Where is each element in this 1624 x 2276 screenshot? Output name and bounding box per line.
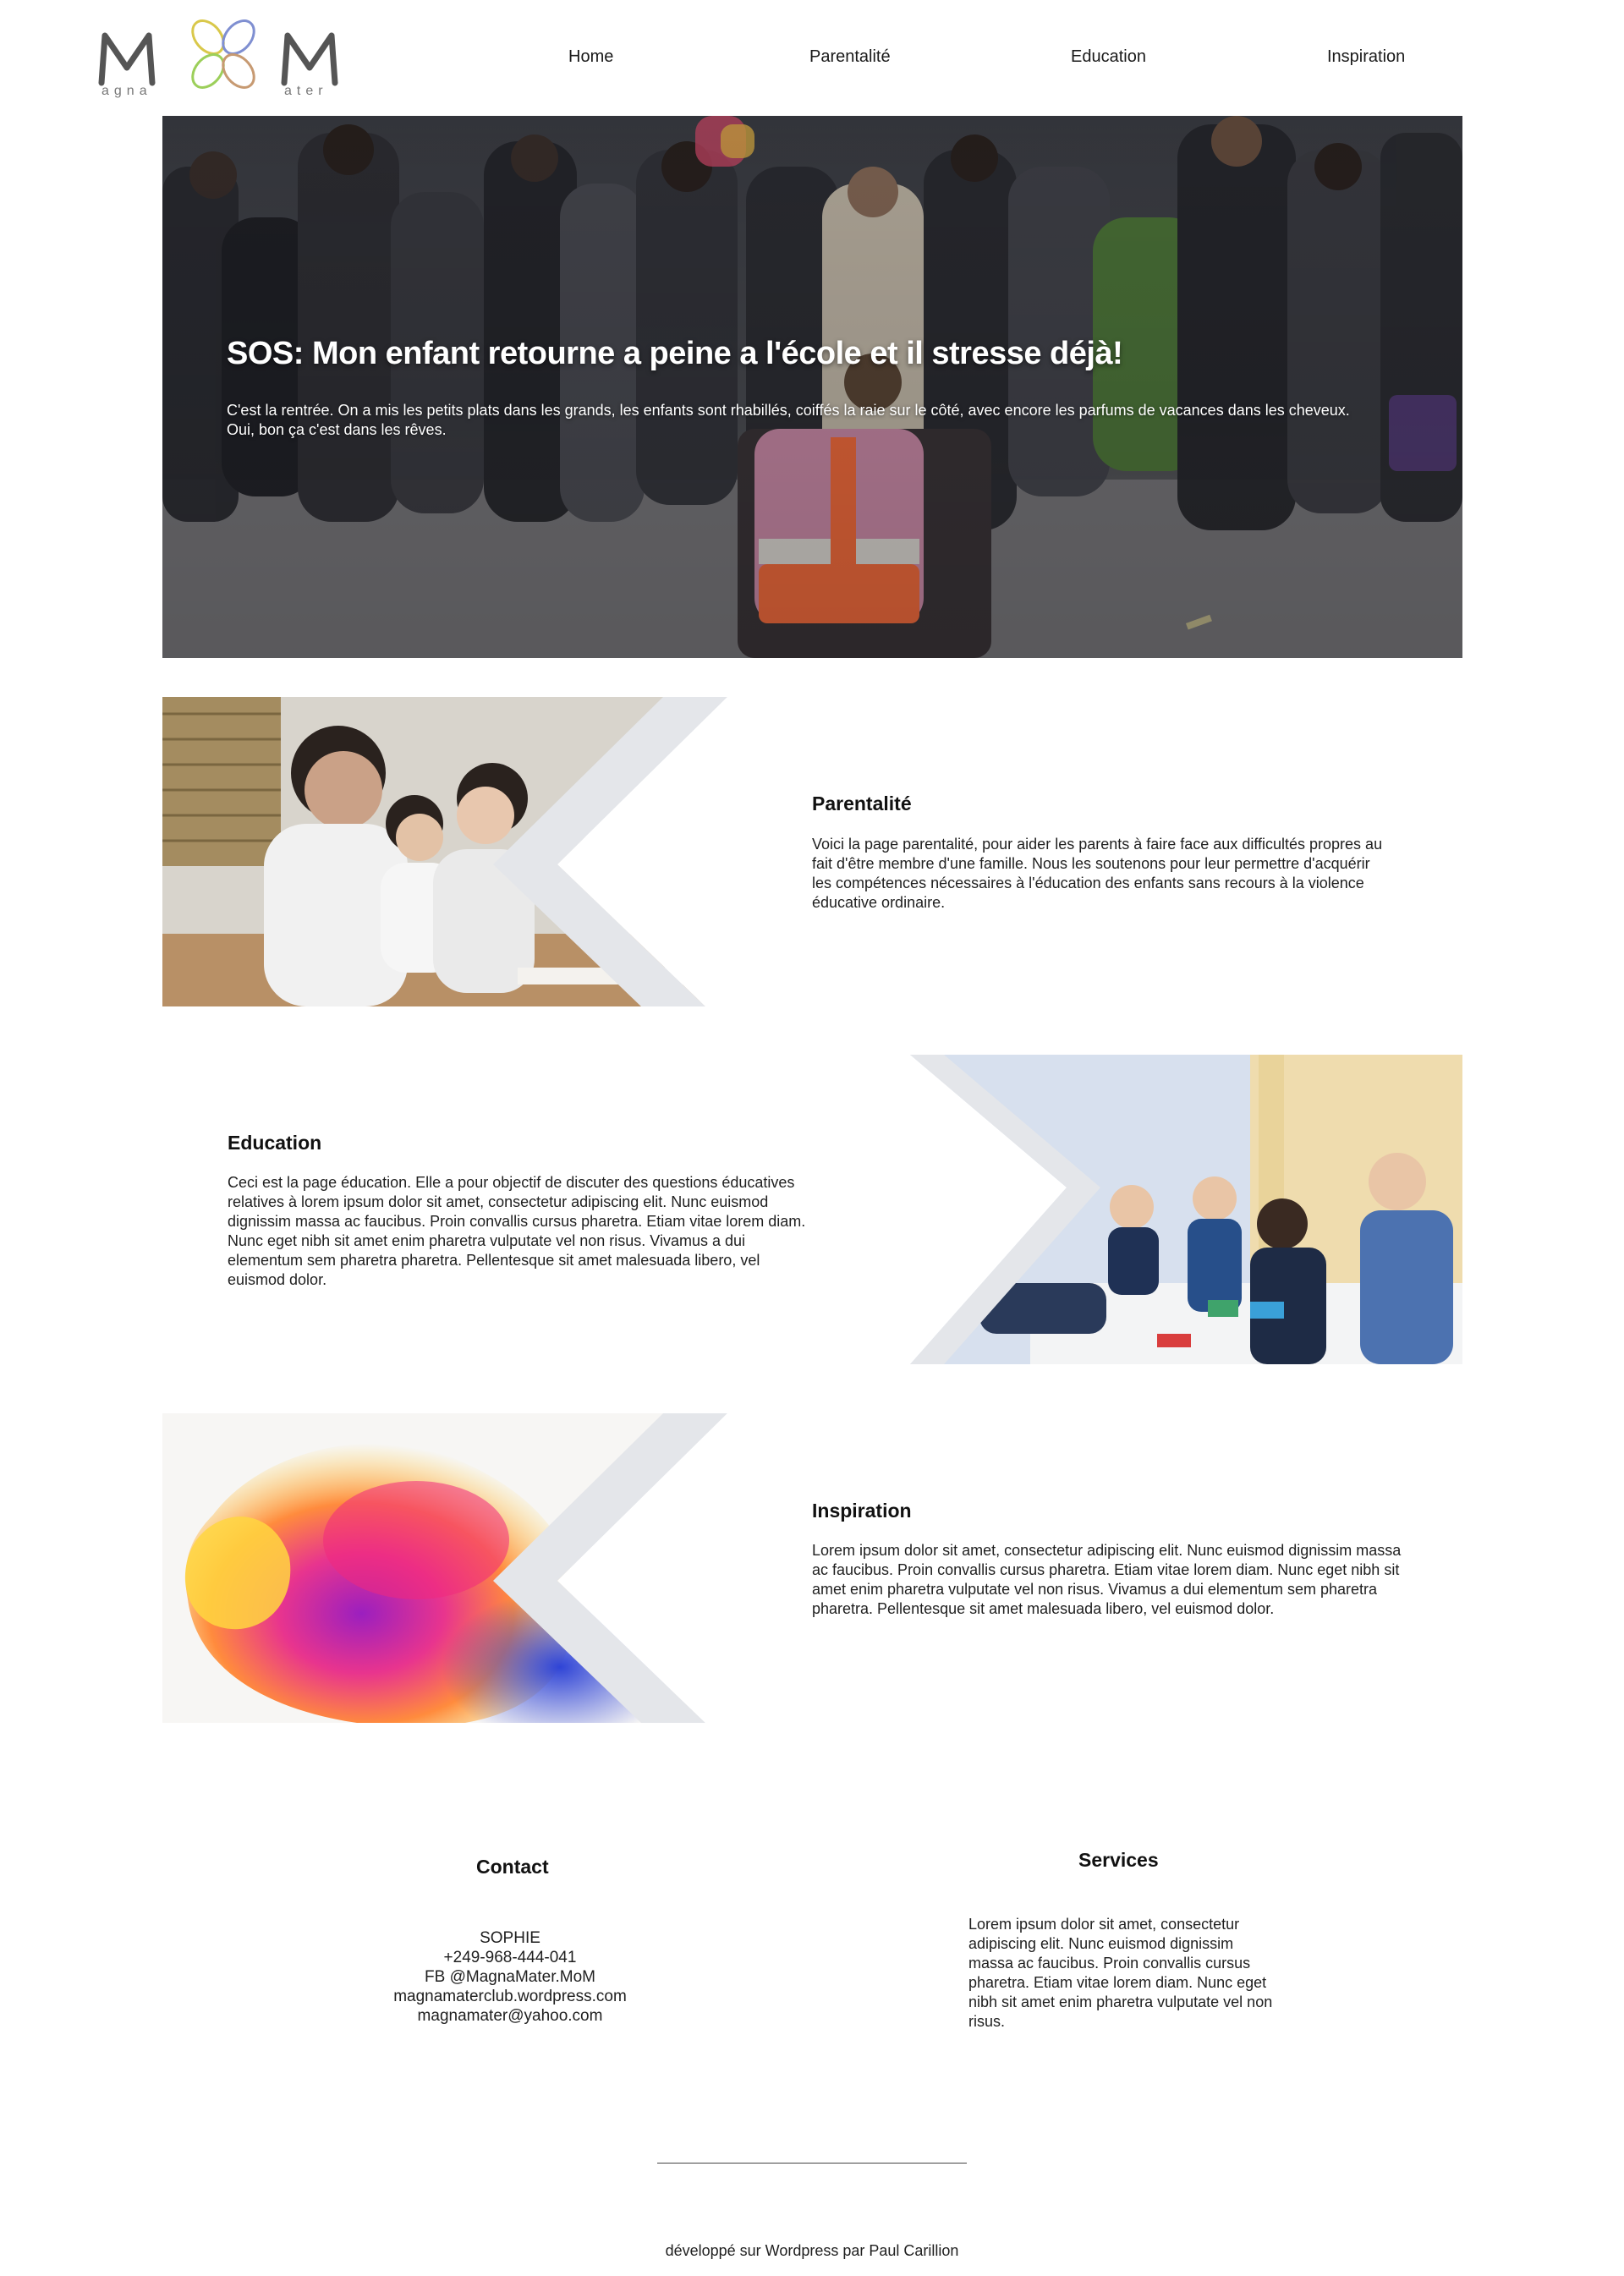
contact-website[interactable]: magnamaterclub.wordpress.com — [341, 1987, 679, 2006]
svg-text:ater: ater — [284, 84, 328, 98]
parentalite-title[interactable]: Parentalité — [812, 792, 912, 815]
svg-text:agna: agna — [102, 84, 152, 98]
contact-name: SOPHIE — [480, 1929, 540, 1947]
footer-credit: développé sur Wordpress par Paul Carilli… — [665, 2242, 959, 2259]
site-logo[interactable]: agna ater — [96, 15, 350, 100]
family-photo — [162, 697, 727, 1006]
nav-home[interactable]: Home — [568, 47, 613, 67]
education-image[interactable] — [878, 1055, 1462, 1364]
footer-divider — [657, 2163, 967, 2164]
parentalite-text: Voici la page parentalité, pour aider le… — [812, 836, 1383, 911]
inspiration-image[interactable] — [162, 1413, 727, 1723]
site-header: agna ater Home Parentalité Education Ins… — [0, 0, 1624, 117]
contact-email[interactable]: magnamater@yahoo.com — [341, 2006, 679, 2026]
classroom-photo — [878, 1055, 1462, 1364]
contact-phone[interactable]: +249-968-444-041 — [341, 1948, 679, 1967]
nav-education[interactable]: Education — [1071, 47, 1146, 67]
hero-photo-crowd — [162, 116, 1462, 658]
hero-title[interactable]: SOS: Mon enfant retourne a peine a l'éco… — [227, 336, 1123, 372]
education-text: Ceci est la page éducation. Elle a pour … — [228, 1174, 806, 1288]
contact-facebook[interactable]: FB @MagnaMater.MoM — [341, 1967, 679, 1987]
contact-info: SOPHIE +249-968-444-041 FB @MagnaMater.M… — [341, 1928, 679, 2026]
education-title[interactable]: Education — [228, 1132, 321, 1154]
inspiration-title[interactable]: Inspiration — [812, 1500, 912, 1522]
services-text: Lorem ipsum dolor sit amet, consectetur … — [968, 1916, 1273, 2030]
contact-title: Contact — [476, 1856, 549, 1878]
inspiration-text: Lorem ipsum dolor sit amet, consectetur … — [812, 1542, 1402, 1617]
nav-inspiration[interactable]: Inspiration — [1327, 47, 1405, 67]
mom-logo-icon: agna ater — [98, 19, 338, 98]
parentalite-image[interactable] — [162, 697, 727, 1006]
services-title: Services — [1078, 1849, 1159, 1871]
watercolor-photo — [162, 1413, 727, 1723]
hero-banner[interactable]: SOS: Mon enfant retourne a peine a l'éco… — [162, 116, 1462, 658]
nav-parentalite[interactable]: Parentalité — [809, 47, 891, 67]
hero-excerpt: C'est la rentrée. On a mis les petits pl… — [227, 402, 1350, 438]
